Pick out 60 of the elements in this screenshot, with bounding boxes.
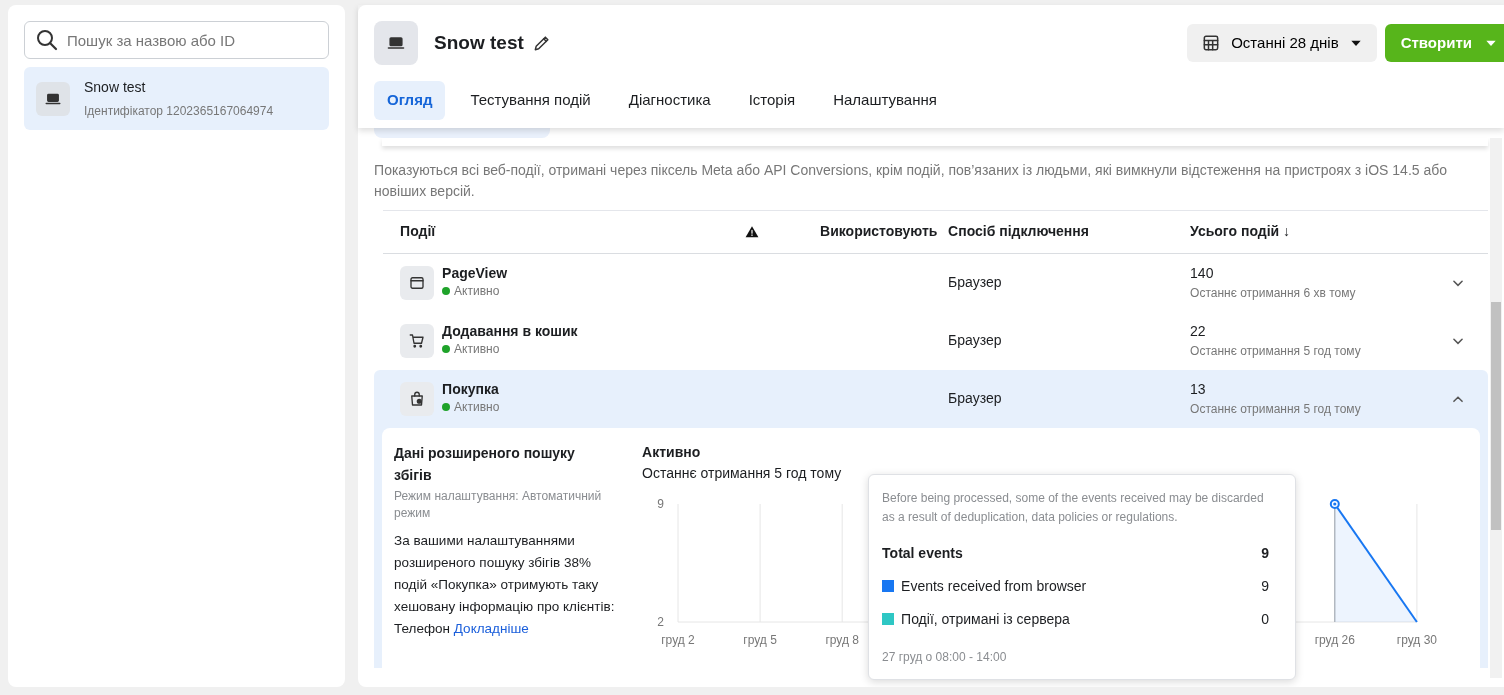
legend-label: Events received from browser (901, 576, 1087, 596)
column-header: Усього подій ↓ (1190, 223, 1291, 239)
event-name: Додавання в кошик (442, 323, 578, 340)
connection-method: Браузер (948, 389, 1003, 408)
y-tick-label: 2 (657, 614, 665, 629)
event-count: 13 (1190, 380, 1207, 399)
shopping-cart-icon (408, 331, 427, 350)
column-header: Використовують (820, 223, 938, 239)
x-tick-label: груд 30 (1396, 632, 1438, 647)
x-tick-label: груд 2 (661, 632, 695, 647)
y-tick-label: 9 (657, 496, 665, 511)
event-row[interactable]: Додавання в кошик Активно Браузер 22 Останнє отримання 5 год тому (374, 311, 1488, 370)
tooltip-total-value: 9 (1261, 543, 1270, 563)
learn-more-link[interactable]: Докладніше (453, 620, 529, 636)
status-text: Активно (454, 341, 500, 358)
chart-status: Активно (642, 442, 702, 462)
details-paragraph: За вашими налаштуваннями розширеного пошуку збігів 38% подій «Покупка» отримують таку хешовану інформацію про клієнтів: Телефон Докладніше (394, 531, 616, 638)
last-received: Останнє отримання 6 хв тому (1190, 285, 1357, 302)
status-text: Активно (454, 399, 500, 416)
scrollbar[interactable] (1490, 137, 1502, 678)
x-tick-label: груд 5 (743, 632, 777, 647)
x-tick-label: груд 8 (825, 632, 860, 647)
tab[interactable]: Історія (735, 81, 809, 120)
tooltip-note: Before being processed, some of the events received may be discarded as a result of deduplication, data policies or regulations. (882, 489, 1265, 526)
tab[interactable]: Налаштування (820, 81, 950, 120)
search-icon (35, 28, 59, 52)
setup-mode-text: Режим налаштування: Автоматичний режим (394, 487, 603, 522)
tab[interactable]: Діагностика (615, 81, 724, 120)
tab[interactable]: Тестування подій (457, 81, 604, 120)
connection-method: Браузер (948, 331, 1003, 350)
details-title: Дані розширеного пошуку збігів (394, 443, 576, 485)
event-row[interactable]: Покупка Активно Браузер 13 Останнє отримання 5 год тому (374, 369, 1488, 428)
last-received: Останнє отримання 5 год тому (1190, 401, 1362, 418)
pixel-list-item[interactable]: Snow test Ідентифікатор 1202365167064974 (24, 67, 330, 130)
event-name: Покупка (442, 381, 500, 398)
hover-point (1329, 498, 1340, 509)
legend-value: 9 (1261, 576, 1270, 596)
date-range-dropdown[interactable]: Останні 28 днів (1187, 24, 1377, 62)
description-text: Показуються всі веб-події, отримані через піксель Meta або API Conversions, крім подій, пов’язаних із людьми, які вимкнули відстеження на пристроях з iOS 14.5 або новіших версій. (374, 160, 1449, 201)
tooltip-total-label: Total events (882, 543, 963, 563)
pixel-name: Snow test (84, 78, 147, 97)
tooltip-date: 27 груд о 08:00 - 14:00 (882, 648, 1008, 666)
legend-label: Події, отримані із сервера (901, 609, 1070, 629)
legend-value: 0 (1261, 609, 1270, 629)
tab[interactable]: Огляд (374, 81, 446, 120)
event-name: PageView (442, 265, 508, 282)
x-tick-label: груд 26 (1314, 632, 1355, 647)
event-count: 140 (1190, 264, 1215, 283)
warning-icon (745, 224, 760, 239)
connection-method: Браузер (948, 273, 1003, 292)
event-row[interactable]: PageView Активно Браузер 140 Останнє отримання 6 хв тому (374, 253, 1488, 312)
last-received: Останнє отримання 5 год тому (1190, 343, 1362, 360)
chart-last-received: Останнє отримання 5 год тому (642, 463, 843, 483)
pixel-id: Ідентифікатор 1202365167064974 (84, 103, 274, 120)
page-title: Snow test (434, 30, 524, 55)
column-header: Спосіб підключення (948, 223, 1089, 239)
event-count: 22 (1190, 322, 1207, 341)
status-text: Активно (454, 283, 500, 300)
search-field[interactable]: Пошук за назвою або ID (24, 21, 330, 59)
column-header: Події (400, 223, 436, 239)
